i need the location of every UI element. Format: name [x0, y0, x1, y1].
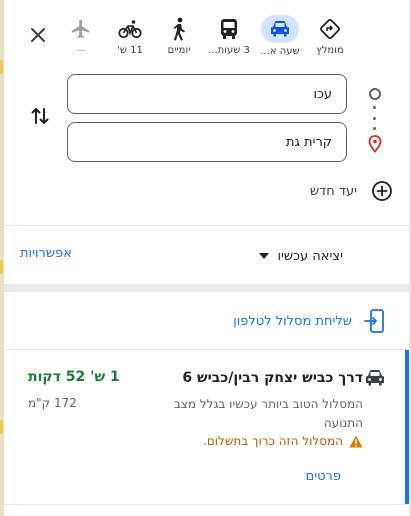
mode-driving[interactable]: שעה א...: [255, 14, 305, 64]
destination-pin-icon: [367, 135, 383, 153]
section-divider: [4, 284, 409, 292]
walking-icon: [166, 16, 192, 42]
divider: [4, 504, 409, 505]
add-destination-label: יעד חדש: [309, 183, 357, 199]
warning-icon: [349, 435, 363, 447]
send-to-phone-label: שליחת מסלול לטלפון: [233, 313, 352, 329]
mode-transit[interactable]: 3 שעות...: [204, 14, 254, 64]
car-icon: [364, 369, 386, 389]
directions-diamond-icon: [317, 16, 343, 42]
divider: [4, 225, 409, 226]
mode-cycling[interactable]: 11 ש': [105, 14, 155, 64]
bicycle-icon: [117, 16, 143, 42]
car-icon: [261, 15, 299, 43]
add-circle-icon: [372, 181, 392, 201]
mode-flight[interactable]: —: [56, 14, 106, 64]
destination-field[interactable]: [67, 122, 347, 162]
swap-arrows-icon: [31, 108, 49, 124]
route-dots-icon: [373, 106, 377, 130]
toll-warning: המסלול הזה כרוך בתשלום.: [203, 434, 363, 448]
origin-circle-icon: [369, 88, 381, 100]
depart-time-label: יציאה עכשיו: [277, 248, 343, 264]
mode-driving-label: שעה א...: [260, 46, 300, 57]
selected-route-indicator: [405, 350, 409, 504]
airplane-icon: [68, 16, 94, 42]
send-to-phone-button[interactable]: שליחת מסלול לטלפון: [196, 306, 386, 336]
send-to-phone-icon: [364, 309, 384, 333]
mode-cycling-label: 11 ש': [117, 45, 143, 56]
origin-field[interactable]: [67, 74, 347, 114]
toll-warning-text: המסלול הזה כרוך בתשלום.: [203, 434, 343, 448]
close-button[interactable]: [24, 21, 52, 49]
destination-input[interactable]: [68, 123, 346, 161]
close-icon: [31, 28, 45, 42]
options-link[interactable]: אפשרויות: [20, 246, 72, 261]
depart-time-dropdown[interactable]: יציאה עכשיו: [243, 244, 343, 268]
bus-icon: [216, 16, 242, 42]
route-distance: 172 ק"מ: [28, 396, 77, 410]
mode-recommended[interactable]: מומלץ: [305, 14, 355, 64]
route-description: המסלול הטוב ביותר עכשיו בגלל מצב התנועה: [173, 397, 363, 430]
add-destination-button[interactable]: יעד חדש: [253, 178, 393, 204]
route-details-link[interactable]: פרטים: [306, 469, 341, 484]
mode-walking-label: יומיים: [167, 45, 191, 56]
caret-down-icon: [259, 253, 270, 259]
mode-transit-label: 3 שעות...: [208, 45, 250, 56]
route-duration: 1 ש' 52 דקות: [28, 369, 120, 385]
swap-button[interactable]: [27, 103, 53, 129]
mode-recommended-label: מומלץ: [316, 45, 344, 56]
route-title: דרך כביש יצחק רבין/כביש 6: [182, 370, 363, 386]
mode-walking[interactable]: יומיים: [154, 14, 204, 64]
mode-flight-label: —: [76, 45, 86, 56]
origin-input[interactable]: [68, 75, 346, 113]
